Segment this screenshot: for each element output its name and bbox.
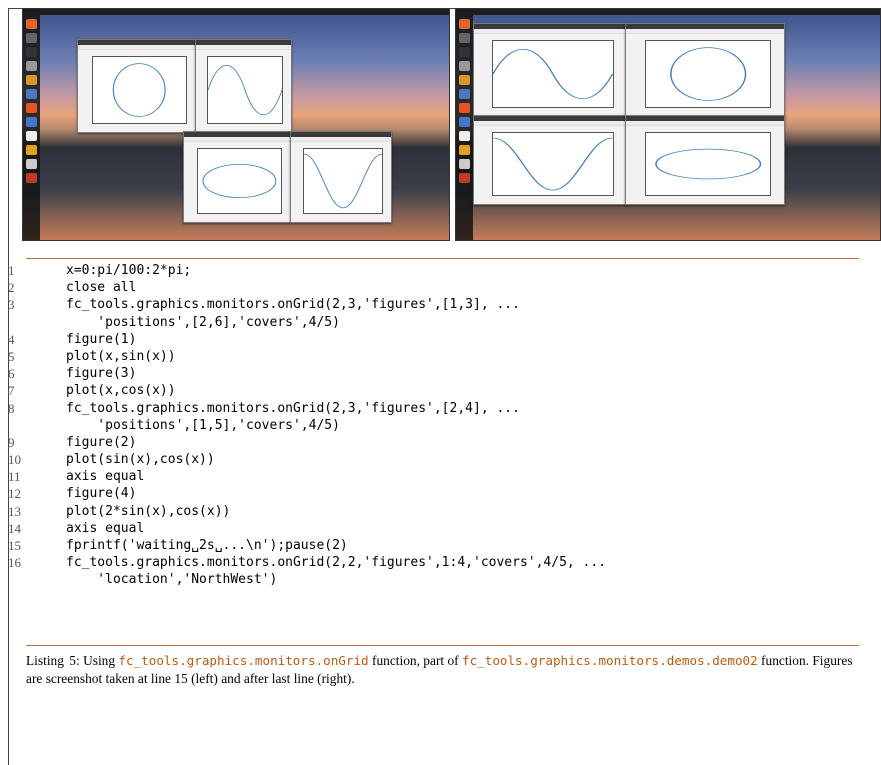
firefox-icon[interactable] [459, 19, 470, 29]
app-icon[interactable] [26, 159, 37, 169]
caption-label: Listing 5: [26, 653, 80, 668]
figure-window-4[interactable] [625, 115, 785, 205]
app-icon[interactable] [459, 33, 470, 43]
code-text: fprintf('waiting␣2s␣...\n');pause(2) [66, 538, 348, 553]
app-icon[interactable] [26, 61, 37, 71]
listing-top-rule [26, 258, 859, 259]
line-number: 15 [8, 538, 21, 553]
software-icon[interactable] [459, 103, 470, 113]
matlab-icon[interactable] [459, 173, 470, 183]
line-number: 14 [8, 520, 21, 536]
listing-caption: Listing 5: Using fc_tools.graphics.monit… [26, 652, 859, 688]
function-name: fc_tools.graphics.monitors.onGrid [118, 653, 369, 668]
help-icon[interactable] [459, 117, 470, 127]
code-text: x=0:pi/100:2*pi; [66, 263, 192, 278]
code-text: close all [66, 280, 137, 296]
settings-icon[interactable] [26, 145, 37, 155]
code-text: 'positions',[2,6],'covers',4/5) [66, 314, 340, 330]
app-icon[interactable] [459, 61, 470, 71]
code-text: plot(sin(x),cos(x)) [66, 452, 215, 468]
line-number: 10 [8, 452, 21, 468]
code-text: plot(x,cos(x)) [66, 383, 176, 399]
matlab-icon[interactable] [26, 173, 37, 183]
code-text: plot(2*sin(x),cos(x)) [66, 503, 231, 519]
files-icon[interactable] [459, 75, 470, 85]
code-text: plot(x,sin(x)) [66, 348, 176, 364]
line-number: 3 [8, 297, 15, 313]
terminal-icon[interactable] [459, 47, 470, 57]
software-icon[interactable] [26, 103, 37, 113]
code-text: figure(2) [66, 434, 137, 450]
line-number: 9 [8, 434, 15, 450]
figure-window-1[interactable] [473, 23, 627, 117]
app-icon[interactable] [26, 33, 37, 43]
code-text: figure(1) [66, 331, 137, 347]
line-number: 16 [8, 555, 21, 571]
top-bar [456, 9, 880, 15]
help-icon[interactable] [26, 117, 37, 127]
figure-window-3[interactable] [473, 115, 627, 205]
right-screenshot [455, 8, 881, 241]
firefox-icon[interactable] [26, 19, 37, 29]
app-icon[interactable] [459, 89, 470, 99]
code-text: 'positions',[1,5],'covers',4/5) [66, 417, 340, 433]
terminal-icon[interactable] [26, 47, 37, 57]
line-number: 7 [8, 383, 15, 399]
code-text: axis equal [66, 469, 145, 485]
app-dock [23, 15, 40, 240]
line-number: 13 [8, 503, 21, 519]
app-icon[interactable] [459, 159, 470, 169]
figure-window-1[interactable] [77, 39, 197, 133]
figure-window-4[interactable] [290, 131, 392, 223]
line-number: 12 [8, 486, 21, 502]
settings-icon[interactable] [459, 145, 470, 155]
listing-bottom-rule [26, 645, 859, 646]
figure-window-3[interactable] [183, 131, 291, 223]
line-number: 6 [8, 366, 15, 382]
function-name: fc_tools.graphics.monitors.demos.demo02 [461, 653, 758, 668]
line-number: 5 [8, 348, 15, 364]
left-screenshot [22, 8, 450, 241]
amazon-icon[interactable] [26, 131, 37, 141]
code-text: fc_tools.graphics.monitors.onGrid(2,2,'f… [66, 555, 607, 571]
figure-window-2[interactable] [195, 39, 292, 133]
code-text: axis equal [66, 520, 145, 536]
line-number: 4 [8, 331, 15, 347]
code-text: fc_tools.graphics.monitors.onGrid(2,3,'f… [66, 400, 520, 416]
code-text: fc_tools.graphics.monitors.onGrid(2,3,'f… [66, 297, 520, 313]
line-number: 11 [8, 469, 21, 485]
app-dock [456, 15, 473, 240]
code-text: figure(3) [66, 366, 137, 382]
line-number: 2 [8, 280, 15, 296]
caption-text: Using [79, 653, 119, 668]
caption-text: function, part of [368, 653, 462, 668]
app-icon[interactable] [26, 89, 37, 99]
code-text: 'location','NorthWest') [66, 572, 278, 588]
top-bar [23, 9, 449, 15]
files-icon[interactable] [26, 75, 37, 85]
code-text: figure(4) [66, 486, 137, 502]
line-number: 8 [8, 400, 15, 416]
line-number: 1 [8, 263, 15, 278]
figure-window-2[interactable] [625, 23, 785, 117]
amazon-icon[interactable] [459, 131, 470, 141]
